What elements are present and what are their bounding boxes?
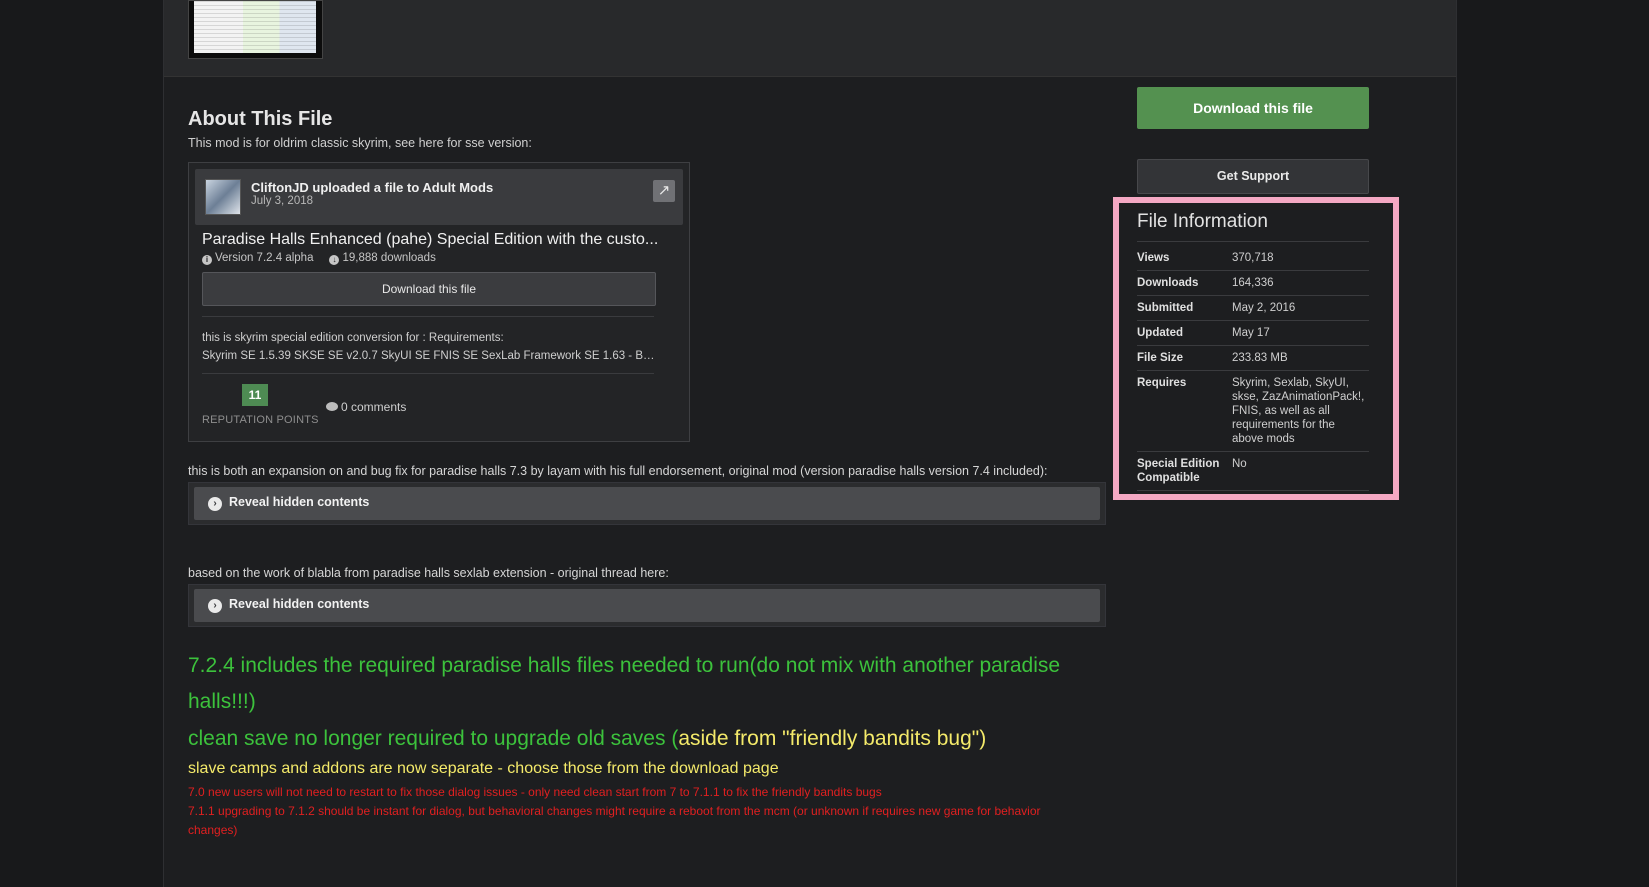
screenshot-gallery [164, 0, 1456, 77]
comments-count: 0 comments [341, 400, 407, 414]
divider [202, 316, 654, 317]
embed-downloads: 19,888 downloads [342, 252, 436, 264]
file-info-row: Downloads 164,336 [1137, 271, 1369, 296]
comment-icon [326, 402, 338, 411]
avatar[interactable] [205, 179, 241, 215]
about-title: About This File [188, 108, 333, 130]
file-info-label: Downloads [1137, 277, 1199, 289]
file-information-panel: File Information Views 370,718 Downloads… [1137, 207, 1369, 491]
reputation-label: REPUTATION POINTS [202, 414, 319, 426]
download-count-icon: ↓ [329, 255, 340, 265]
file-info-value: May 17 [1232, 327, 1270, 339]
embed-author-line[interactable]: CliftonJD uploaded a file to Adult Mods [251, 180, 493, 195]
green-text-part: clean save no longer required to upgrade… [188, 727, 679, 750]
chevron-right-icon: › [208, 497, 222, 511]
embed-download-button[interactable]: Download this file [202, 272, 656, 306]
file-info-label: Submitted [1137, 302, 1194, 314]
reveal-label: Reveal hidden contents [229, 597, 370, 611]
description-paragraph: this is both an expansion on and bug fix… [188, 464, 1048, 478]
reveal-hidden-contents-button[interactable]: › Reveal hidden contents [194, 589, 1100, 622]
file-info-label: Special Edition Compatible [1137, 458, 1220, 484]
get-support-button[interactable]: Get Support [1137, 159, 1369, 194]
warning-red-text: 7.0 new users will not need to restart t… [188, 785, 882, 799]
file-info-value: No [1232, 458, 1247, 470]
file-info-label: Requires [1137, 377, 1187, 389]
file-info-value: May 2, 2016 [1232, 302, 1296, 314]
file-info-label: Updated [1137, 327, 1183, 339]
file-info-title: File Information [1137, 207, 1369, 242]
file-info-row: Special Edition Compatible No [1137, 452, 1369, 491]
file-info-value: Skyrim, Sexlab, SkyUI, skse, ZazAnimatio… [1232, 377, 1365, 445]
intro-text: This mod is for oldrim classic skyrim, s… [188, 136, 532, 150]
reputation-badge: 11 [242, 384, 268, 406]
highlight-yellow-text: slave camps and addons are now separate … [188, 760, 779, 777]
embed-date: July 3, 2018 [251, 195, 314, 207]
highlight-green-text: 7.2.4 includes the required paradise hal… [188, 654, 1061, 713]
file-info-row: Updated May 17 [1137, 321, 1369, 346]
embed-header: CliftonJD uploaded a file to Adult Mods … [195, 169, 683, 225]
screenshot-thumbnail[interactable] [188, 0, 323, 59]
file-info-value: 370,718 [1232, 252, 1274, 264]
page-container: About This File This mod is for oldrim c… [163, 0, 1457, 887]
thumbnail-image [194, 1, 316, 53]
reveal-label: Reveal hidden contents [229, 495, 370, 509]
reveal-hidden-contents-button[interactable]: › Reveal hidden contents [194, 487, 1100, 520]
external-link-icon[interactable]: ↗ [653, 180, 675, 202]
embed-desc-line: Skyrim SE 1.5.39 SKSE SE v2.0.7 SkyUI SE… [202, 350, 656, 362]
file-info-value: 164,336 [1232, 277, 1274, 289]
comments-link[interactable]: 0 comments [326, 400, 406, 414]
chevron-right-icon: › [208, 599, 222, 613]
embed-version: Version 7.2.4 alpha [215, 252, 314, 264]
embed-file-title[interactable]: Paradise Halls Enhanced (pahe) Special E… [202, 231, 672, 249]
warning-red-text: 7.1.1 upgrading to 7.1.2 should be insta… [188, 804, 1041, 837]
file-info-row: Requires Skyrim, Sexlab, SkyUI, skse, Za… [1137, 371, 1369, 452]
divider [202, 373, 654, 374]
file-info-row: Views 370,718 [1137, 246, 1369, 271]
embedded-file-card: CliftonJD uploaded a file to Adult Mods … [188, 162, 690, 442]
embed-meta: i Version 7.2.4 alpha ↓ 19,888 downloads [202, 252, 436, 265]
info-icon: i [202, 255, 212, 265]
highlight-green-text: clean save no longer required to upgrade… [188, 721, 1088, 757]
spoiler-block: › Reveal hidden contents [188, 584, 1106, 627]
file-info-label: Views [1137, 252, 1170, 264]
main-content: About This File This mod is for oldrim c… [188, 108, 1158, 837]
file-info-row: Submitted May 2, 2016 [1137, 296, 1369, 321]
file-info-label: File Size [1137, 352, 1184, 364]
download-file-button[interactable]: Download this file [1137, 87, 1369, 129]
spoiler-block: › Reveal hidden contents [188, 482, 1106, 525]
file-info-value: 233.83 MB [1232, 352, 1288, 364]
yellow-text-part: aside from "friendly bandits bug") [678, 727, 987, 750]
embed-desc-line: this is skyrim special edition conversio… [202, 332, 504, 344]
embed-description: this is skyrim special edition conversio… [202, 329, 656, 365]
file-info-row: File Size 233.83 MB [1137, 346, 1369, 371]
description-paragraph: based on the work of blabla from paradis… [188, 566, 669, 580]
